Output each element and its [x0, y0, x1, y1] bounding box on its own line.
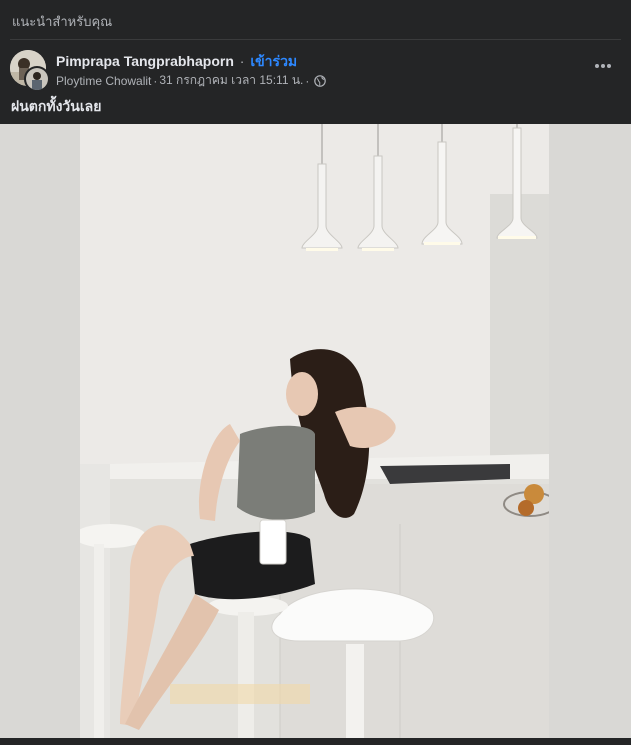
post-timestamp[interactable]: 31 กรกฎาคม เวลา 15:11 น.	[159, 71, 303, 90]
globe-icon[interactable]	[314, 74, 327, 87]
join-link[interactable]: เข้าร่วม	[250, 53, 297, 69]
author-line: Pimprapa Tangprabhaporn · เข้าร่วม	[56, 51, 297, 73]
post-photo[interactable]	[80, 124, 549, 738]
post-header: Pimprapa Tangprabhaporn · เข้าร่วม Ployt…	[10, 48, 621, 92]
card-bottom	[0, 738, 631, 745]
divider	[10, 39, 621, 40]
author-avatar[interactable]	[24, 66, 50, 92]
more-options-icon[interactable]	[591, 54, 615, 78]
poster-name[interactable]: Ploytime Chowalit	[56, 74, 151, 88]
post-meta: Ploytime Chowalit · 31 กรกฎาคม เวลา 15:1…	[56, 71, 327, 90]
separator: ·	[305, 73, 310, 88]
author-name[interactable]: Pimprapa Tangprabhaporn	[56, 53, 234, 69]
feed-post-card: แนะนำสำหรับคุณ Pimprapa Tangprabhaporn ·…	[0, 0, 631, 745]
separator: ·	[239, 53, 245, 69]
post-text: ฝนตกทั้งวันเลย	[11, 98, 102, 114]
post-media[interactable]	[0, 124, 631, 738]
section-label: แนะนำสำหรับคุณ	[12, 14, 113, 29]
separator: ·	[153, 73, 158, 88]
